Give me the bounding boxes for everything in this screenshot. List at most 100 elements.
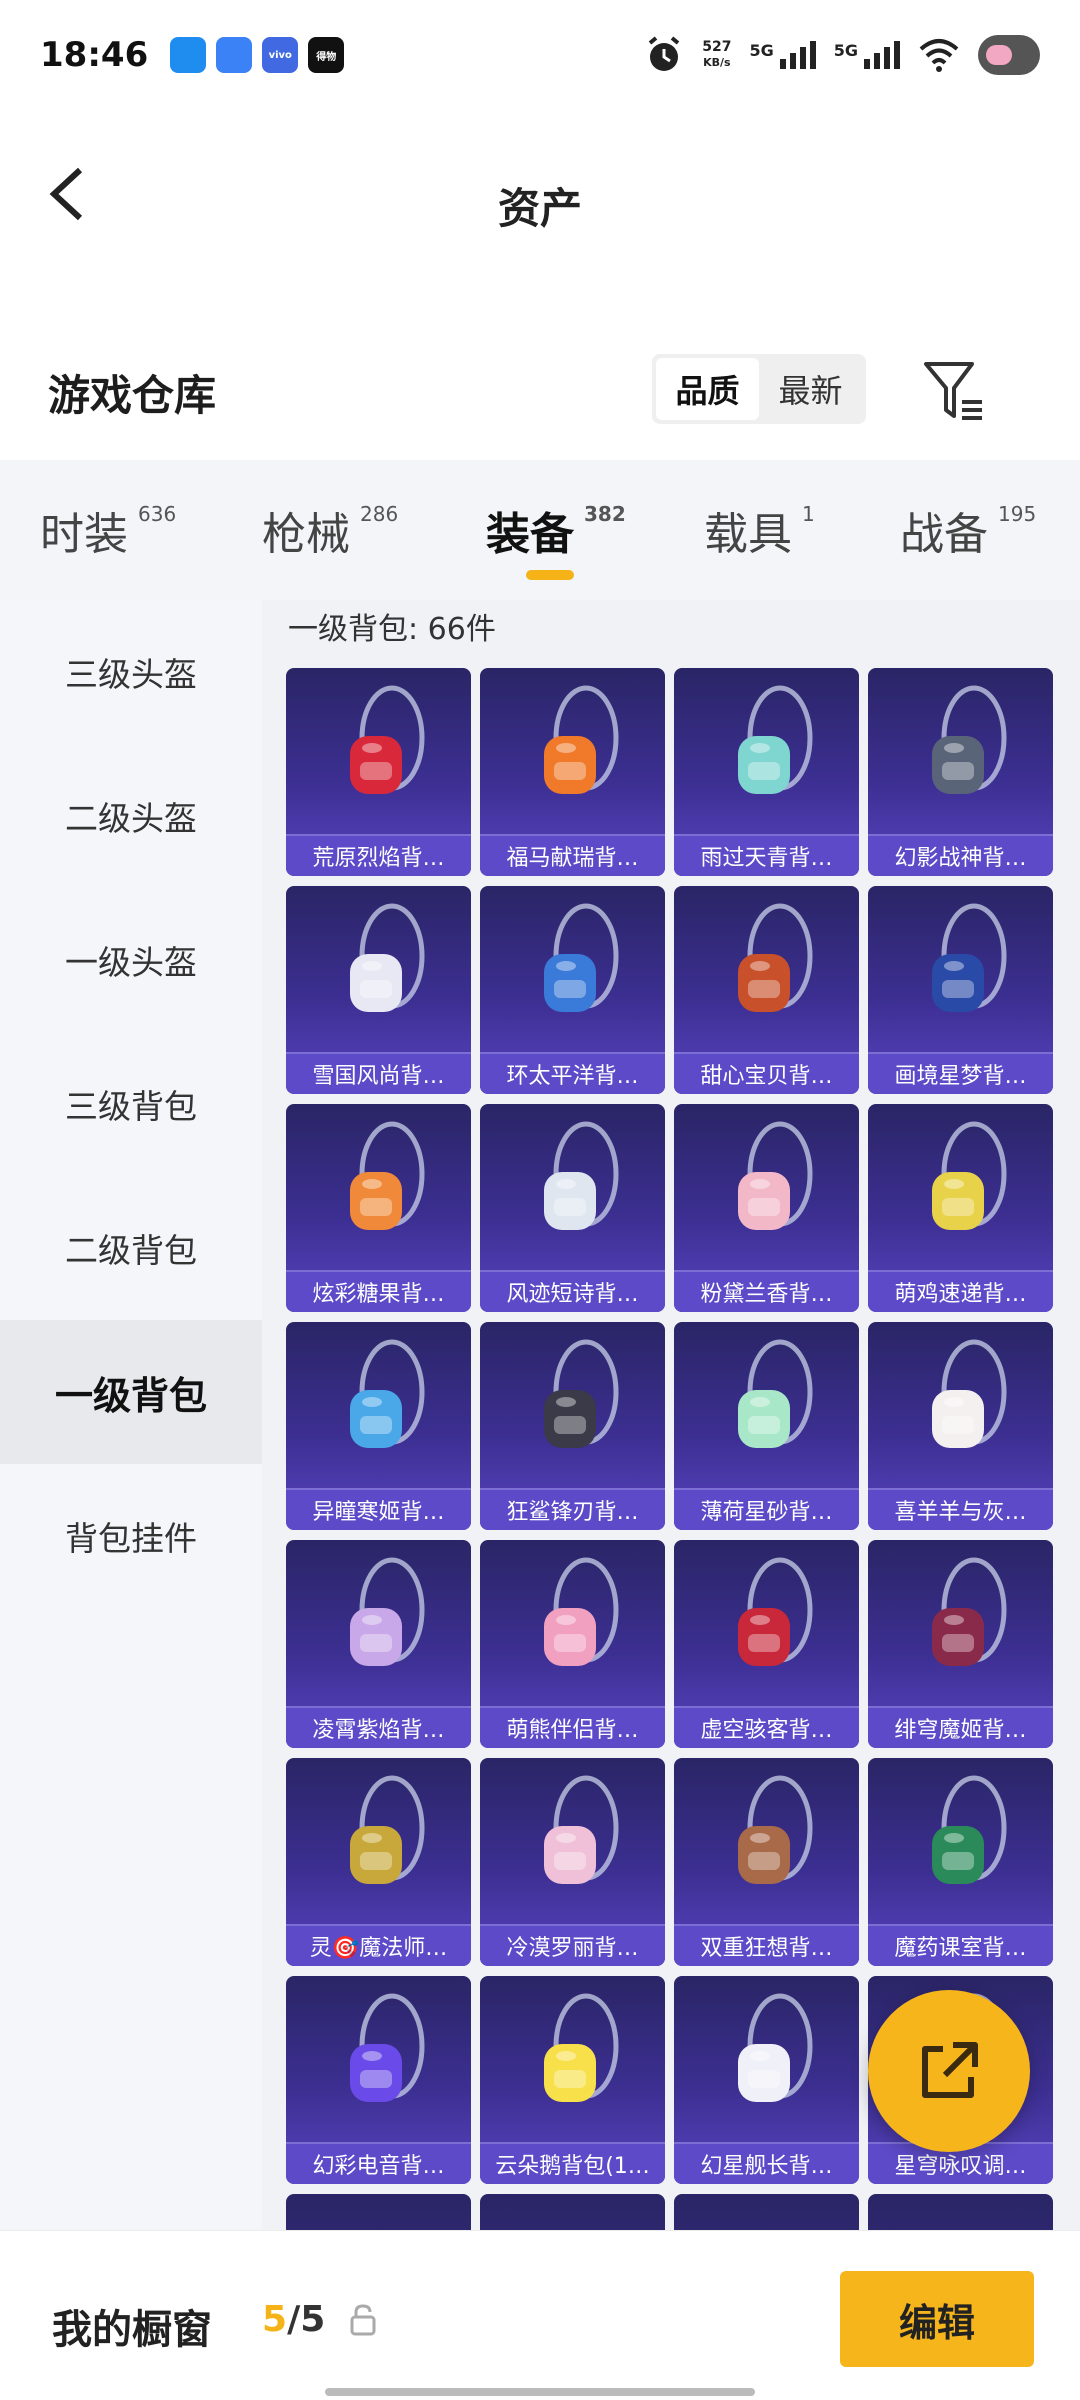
item-card[interactable]: 幻彩电音背… [286,1976,471,2184]
item-card-label: 萌鸡速递背… [868,1270,1053,1312]
browser-app-icon [216,37,253,73]
item-card[interactable]: 凌霄紫焰背… [286,1540,471,1748]
item-card[interactable]: 双重狂想背… [674,1758,859,1966]
backpack-icon [738,685,813,794]
item-card[interactable]: 冷漠罗丽背… [480,1758,665,1966]
tab-count: 1 [802,502,815,526]
item-card[interactable]: 幻星舰长背… [674,1976,859,2184]
item-card-label: 福马献瑞背… [480,834,665,876]
backpack-icon [544,1993,619,2102]
item-card-label: 异瞳寒姬背… [286,1488,471,1530]
net-speed-unit: KB/s [703,56,731,69]
showcase-label: 我的橱窗 [52,2307,212,2353]
subcategory-list: 三级头盔 二级头盔 一级头盔 三级背包 二级背包 一级背包 背包挂件 [0,600,262,2230]
backpack-icon [932,1557,1007,1666]
item-card-label: 粉黛兰香背… [674,1270,859,1312]
backpack-icon [350,903,425,1012]
tab-count: 636 [138,502,177,526]
tab-supplies[interactable]: 战备 195 [900,498,1036,562]
backpack-icon [350,1775,425,1884]
vivo-app-icon: vivo [262,37,299,73]
item-card[interactable]: 萌鸡速递背… [868,1104,1053,1312]
item-card[interactable]: 福马献瑞背… [480,668,665,876]
tab-count: 195 [998,502,1037,526]
subcategory-item[interactable]: 二级背包 [0,1176,262,1320]
item-card[interactable]: 环太平洋背… [480,886,665,1094]
item-card[interactable]: 甜心宝贝背… [674,886,859,1094]
backpack-icon [350,1557,425,1666]
item-card-partial[interactable] [480,2194,665,2230]
warehouse-section-header: 游戏仓库 品质 最新 [0,340,1080,440]
item-card[interactable]: 云朵鹅背包(1… [480,1976,665,2184]
tab-label: 装备 [486,509,574,560]
item-card[interactable]: 狂鲨锋刃背… [480,1322,665,1530]
item-card-label: 绯穹魔姬背… [868,1706,1053,1748]
tab-label: 枪械 [262,509,350,560]
backpack-icon [544,1557,619,1666]
sort-quality-button[interactable]: 品质 [656,358,759,420]
backpack-icon [932,685,1007,794]
item-card[interactable]: 画境星梦背… [868,886,1053,1094]
backpack-icon [738,1775,813,1884]
signal-sim2-icon: 5G [834,41,900,69]
backpack-icon [932,1775,1007,1884]
backpack-icon [932,1121,1007,1230]
subcategory-item[interactable]: 三级背包 [0,1032,262,1176]
network-speed: 527 KB/s [702,39,731,71]
game-app-icon: 得物 [308,37,345,73]
tab-count: 286 [360,502,399,526]
subcategory-item[interactable]: 背包挂件 [0,1464,262,1608]
status-bar: 18:46 vivo 得物 527 KB/s 5G 5G [0,0,1080,110]
tab-vehicles[interactable]: 载具 1 [704,498,815,562]
sim2-label: 5G [833,41,858,60]
alarm-icon [648,36,680,71]
item-card-label: 薄荷星砂背… [674,1488,859,1530]
item-card[interactable]: 魔药课室背… [868,1758,1053,1966]
item-card-label: 幻影战神背… [868,834,1053,876]
section-title: 游戏仓库 [48,371,217,420]
page-title: 资产 [497,184,582,233]
tab-fashion[interactable]: 时装 636 [40,498,176,562]
item-card[interactable]: 炫彩糖果背… [286,1104,471,1312]
backpack-icon [738,1993,813,2102]
item-card-partial[interactable] [868,2194,1053,2230]
item-card[interactable]: 雪国风尚背… [286,886,471,1094]
item-card[interactable]: 薄荷星砂背… [674,1322,859,1530]
item-card-label: 甜心宝贝背… [674,1052,859,1094]
item-card[interactable]: 荒原烈焰背… [286,668,471,876]
item-card[interactable]: 虚空骇客背… [674,1540,859,1748]
edit-button[interactable]: 编辑 [840,2271,1034,2367]
item-card-label: 画境星梦背… [868,1052,1053,1094]
filter-icon[interactable] [920,358,988,426]
item-card[interactable]: 异瞳寒姬背… [286,1322,471,1530]
subcategory-item-active[interactable]: 一级背包 [0,1320,262,1464]
item-card-label: 狂鲨锋刃背… [480,1488,665,1530]
showcase-count-current: 5 [262,2299,288,2340]
item-card[interactable]: 幻影战神背… [868,668,1053,876]
backpack-icon [544,1775,619,1884]
item-card[interactable]: 萌熊伴侣背… [480,1540,665,1748]
subcategory-item[interactable]: 三级头盔 [0,600,262,744]
item-card[interactable]: 风迹短诗背… [480,1104,665,1312]
item-card[interactable]: 雨过天青背… [674,668,859,876]
tab-equipment[interactable]: 装备 382 [486,498,626,562]
tab-firearms[interactable]: 枪械 286 [262,498,398,562]
item-card-label: 风迹短诗背… [480,1270,665,1312]
item-card-partial[interactable] [674,2194,859,2230]
item-card-partial[interactable] [286,2194,471,2230]
subcategory-item[interactable]: 二级头盔 [0,744,262,888]
sort-newest-button[interactable]: 最新 [759,358,862,420]
share-button[interactable] [868,1990,1030,2152]
item-card[interactable]: 粉黛兰香背… [674,1104,859,1312]
active-tab-indicator [526,570,574,580]
item-card-label: 炫彩糖果背… [286,1270,471,1312]
item-card[interactable]: 绯穹魔姬背… [868,1540,1053,1748]
subcategory-item[interactable]: 一级头盔 [0,888,262,1032]
showcase-count: 5/5 [262,2299,325,2340]
notification-app-icons: vivo 得物 [170,37,354,73]
item-card[interactable]: 灵🎯魔法师… [286,1758,471,1966]
item-card-label: 幻星舰长背… [674,2142,859,2184]
item-card-label: 萌熊伴侣背… [480,1706,665,1748]
tab-count: 382 [584,502,626,526]
item-card[interactable]: 喜羊羊与灰… [868,1322,1053,1530]
